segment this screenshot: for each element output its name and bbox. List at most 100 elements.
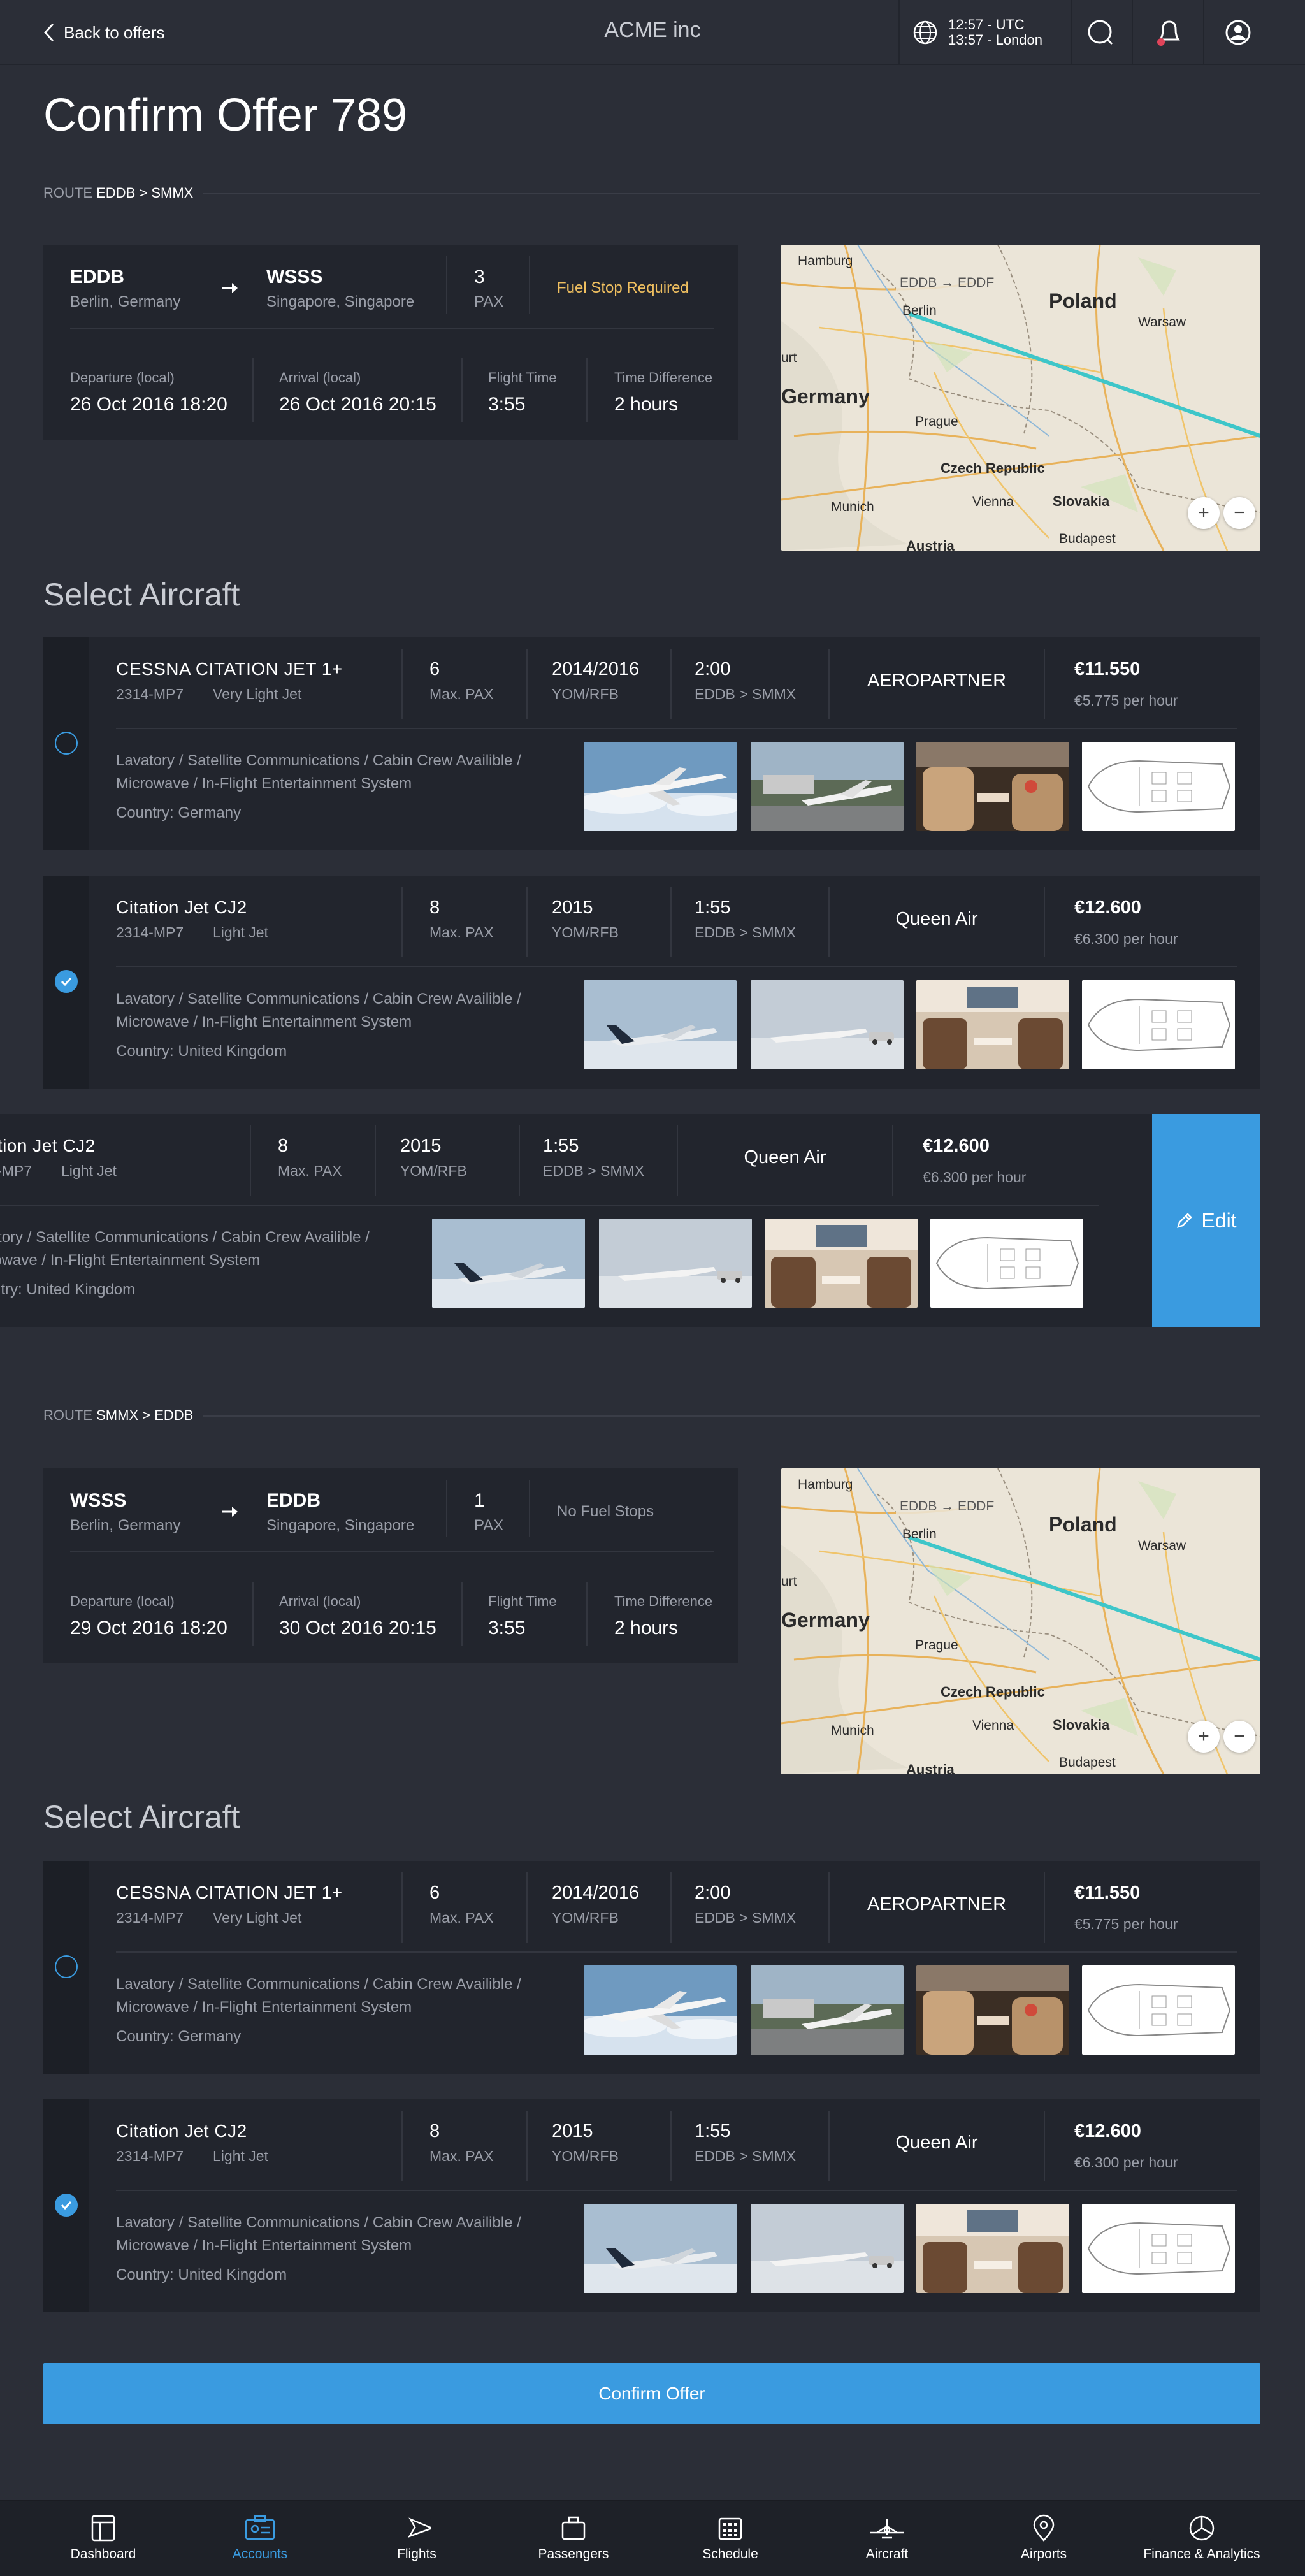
flight-time-label: Flight Time — [488, 370, 557, 386]
max-pax-value: 6 — [429, 659, 440, 679]
operator-name: Queen Air — [744, 1147, 826, 1168]
map-label: Munich — [831, 1723, 874, 1738]
photo-exterior-flight[interactable] — [584, 2204, 737, 2293]
notifications-button[interactable] — [1153, 17, 1185, 48]
to-city: Singapore, Singapore — [266, 1517, 415, 1534]
photo-interior[interactable] — [916, 2204, 1069, 2293]
map-label: Germany — [781, 385, 870, 408]
pax-value: 1 — [474, 1490, 485, 1511]
edit-button[interactable]: Edit — [1152, 1114, 1260, 1327]
aircraft-option[interactable]: Citation Jet CJ2 2314-MP7 Light Jet 8 Max. P… — [43, 876, 1260, 1089]
photo-interior[interactable] — [916, 980, 1069, 1069]
tab-aircraft[interactable]: Aircraft — [809, 2510, 965, 2573]
country: Country: United Kingdom — [116, 2266, 287, 2283]
aircraft-registration: 2314-MP7 — [116, 924, 184, 941]
flight-time-route: EDDB > SMMX — [695, 2148, 797, 2164]
route-label: ROUTE EDDB > SMMX — [43, 185, 193, 201]
user-account-button[interactable] — [1222, 17, 1254, 48]
confirm-offer-button[interactable]: Confirm Offer — [43, 2363, 1260, 2424]
flight-time-value: 1:55 — [695, 897, 731, 918]
country: Country: United Kingdom — [0, 1281, 136, 1298]
yom-value: 2015 — [552, 897, 593, 918]
operator-name: AEROPARTNER — [867, 670, 1007, 691]
aircraft-registration: 2314-MP7 — [0, 1162, 32, 1179]
aircraft-option[interactable]: CESSNA CITATION JET 1+ 2314-MP7 Very Light… — [43, 1861, 1260, 2074]
yom-label: YOM/RFB — [400, 1162, 467, 1179]
map-label: Vienna — [972, 1718, 1014, 1733]
pax-label: PAX — [474, 1517, 504, 1534]
max-pax-label: Max. PAX — [278, 1162, 342, 1179]
search-button[interactable] — [1085, 17, 1116, 48]
photo-interior[interactable] — [765, 1219, 918, 1308]
photo-interior[interactable] — [916, 1965, 1069, 2055]
map-label: Budapest — [1059, 1755, 1116, 1770]
radio-checked[interactable] — [55, 2194, 78, 2217]
floor-plan-image[interactable] — [930, 1219, 1083, 1308]
max-pax-label: Max. PAX — [429, 686, 494, 702]
route-prefix: ROUTE — [43, 1407, 92, 1423]
max-pax-value: 6 — [429, 1883, 440, 1903]
tab-airports[interactable]: Airports — [965, 2510, 1122, 2573]
radio-unchecked[interactable] — [55, 1955, 78, 1978]
aircraft-option[interactable]: CESSNA CITATION JET 1+ 2314-MP7 Very Light… — [43, 637, 1260, 850]
zoom-in-button[interactable]: + — [1188, 497, 1220, 529]
aircraft-class: Very Light Jet — [213, 686, 302, 702]
selection-column — [43, 637, 89, 850]
aircraft-option-swiped[interactable]: Citation Jet CJ2 2314-MP7 Light Jet 8 Max. P… — [0, 1114, 1153, 1327]
radio-unchecked[interactable] — [55, 732, 78, 755]
photo-exterior-flight[interactable] — [584, 980, 737, 1069]
tab-dashboard[interactable]: Dashboard — [25, 2510, 182, 2573]
tab-accounts[interactable]: Accounts — [182, 2510, 338, 2573]
tab-finance-analytics[interactable]: Finance & Analytics — [1123, 2510, 1280, 2573]
photo-exterior-ground[interactable] — [751, 1965, 904, 2055]
flight-time-value: 2:00 — [695, 1883, 731, 1903]
time-difference-value: 2 hours — [614, 1617, 679, 1639]
map-label: Czech Republic — [941, 460, 1045, 476]
country: Country: Germany — [116, 804, 242, 821]
floor-plan-image[interactable] — [1082, 1965, 1235, 2055]
aircraft-option[interactable]: Citation Jet CJ2 2314-MP7 Light Jet 8 Max. P… — [43, 2099, 1260, 2312]
finance-analytics-icon — [1123, 2510, 1280, 2547]
photo-exterior-flight[interactable] — [584, 1965, 737, 2055]
photo-exterior-ground[interactable] — [599, 1219, 752, 1308]
photo-exterior-ground[interactable] — [751, 2204, 904, 2293]
zoom-out-button[interactable]: − — [1223, 1721, 1255, 1753]
airports-icon — [965, 2510, 1122, 2547]
max-pax-value: 8 — [278, 1136, 289, 1156]
selection-column — [43, 876, 89, 1089]
floor-plan-image[interactable] — [1082, 980, 1235, 1069]
amenities-line-1: Lavatory / Satellite Communications / Ca… — [116, 752, 521, 769]
route-label-2: ROUTE SMMX > EDDB — [43, 1407, 193, 1424]
route-map[interactable]: EDDB → EDDF Hamburg Berlin Poland Warsaw Germ… — [781, 245, 1260, 551]
map-route-label: EDDB → EDDF — [900, 275, 995, 290]
photo-interior[interactable] — [916, 742, 1069, 831]
route-map-2[interactable]: EDDB → EDDF Hamburg Berlin Poland Warsaw Germ… — [781, 1468, 1260, 1774]
max-pax-value: 8 — [429, 897, 440, 918]
floor-plan-image[interactable] — [1082, 2204, 1235, 2293]
photo-exterior-flight[interactable] — [432, 1219, 585, 1308]
price-total: €12.600 — [923, 1136, 990, 1156]
photo-exterior-ground[interactable] — [751, 742, 904, 831]
radio-checked[interactable] — [55, 970, 78, 993]
aircraft-name: Citation Jet CJ2 — [116, 897, 247, 917]
map-label: Warsaw — [1138, 315, 1186, 329]
operator-name: Queen Air — [895, 2132, 978, 2153]
photo-exterior-flight[interactable] — [584, 742, 737, 831]
accounts-icon — [182, 2510, 338, 2547]
route-prefix: ROUTE — [43, 185, 92, 201]
tab-flights[interactable]: Flights — [338, 2510, 495, 2573]
tab-label: Passengers — [538, 2547, 609, 2561]
price-total: €12.600 — [1074, 2121, 1141, 2141]
zoom-out-button[interactable]: − — [1223, 497, 1255, 529]
price-per-hour: €5.775 per hour — [1074, 1916, 1178, 1932]
zoom-in-button[interactable]: + — [1188, 1721, 1220, 1753]
time-difference-label: Time Difference — [614, 1593, 713, 1609]
map-label: Hamburg — [798, 1477, 853, 1492]
route-summary-card: EDDB Berlin, Germany WSSS Singapore, Sin… — [43, 245, 738, 440]
photo-exterior-ground[interactable] — [751, 980, 904, 1069]
map-label: Austria — [906, 1762, 955, 1774]
amenities-line-2: Microwave / In-Flight Entertainment Syst… — [0, 1252, 261, 1269]
tab-passengers[interactable]: Passengers — [495, 2510, 652, 2573]
floor-plan-image[interactable] — [1082, 742, 1235, 831]
tab-schedule[interactable]: Schedule — [652, 2510, 809, 2573]
